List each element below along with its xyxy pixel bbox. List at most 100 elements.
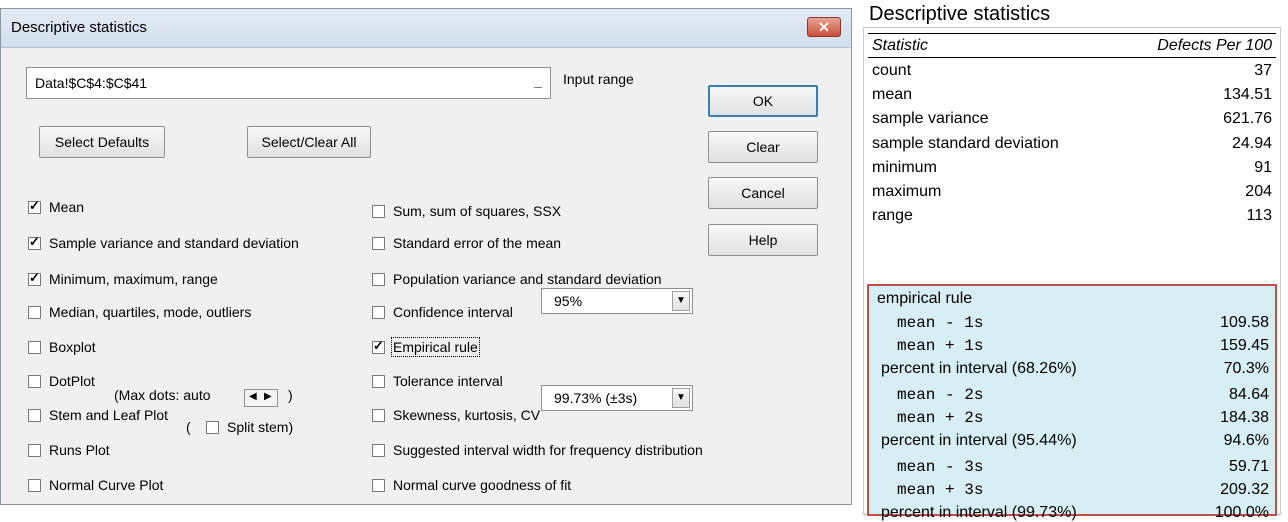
skewness-kurtosis-label: Skewness, kurtosis, CV [393, 407, 541, 423]
descriptive-statistics-dialog: Descriptive statistics ✕ Data!$C$4:$C$41… [0, 8, 852, 505]
stat-value: 204 [1245, 183, 1272, 200]
close-button[interactable]: ✕ [807, 17, 841, 37]
sample-variance-checkbox[interactable]: ✓ [28, 234, 41, 250]
clear-button[interactable]: Clear [708, 131, 818, 163]
stat-label: count [872, 62, 912, 79]
confidence-level-select[interactable]: 95% ▼ [541, 288, 693, 314]
empirical-lower-value: 84.64 [1228, 386, 1269, 403]
empirical-pct-value: 94.6% [1223, 432, 1269, 449]
empirical-lower-value: 109.58 [1220, 314, 1269, 331]
dotplot-max-dots-label: (Max dots: auto [114, 387, 211, 403]
stat-label: sample standard deviation [872, 134, 1059, 152]
split-stem-checkbox[interactable] [206, 421, 219, 434]
confidence-interval-checkbox[interactable] [372, 306, 385, 319]
boxplot-label: Boxplot [49, 339, 96, 355]
empirical-lower-label: mean - 2s [897, 386, 984, 404]
tolerance-level-select[interactable]: 99.73% (±3s) ▼ [541, 385, 693, 411]
empirical-upper-label: mean + 3s [897, 481, 984, 499]
confidence-interval-label: Confidence interval [393, 304, 513, 320]
sum-squares-label: Sum, sum of squares, SSX [393, 203, 562, 219]
population-variance-label: Population variance and standard deviati… [393, 271, 662, 287]
input-range-value: Data!$C$4:$C$41 [35, 75, 148, 91]
stat-value: 621.76 [1223, 110, 1272, 128]
dotplot-close-paren: ) [288, 387, 293, 403]
median-quartiles-label: Median, quartiles, mode, outliers [49, 304, 252, 320]
stat-value: 113 [1246, 207, 1272, 225]
dotplot-spinner[interactable]: ◀ ▶ [244, 389, 278, 407]
collapse-dialog-icon[interactable]: _ [530, 74, 546, 92]
header-column: Defects Per 100 [1157, 37, 1272, 54]
empirical-pct-label: percent in interval (99.73%) [881, 504, 1077, 521]
empirical-lower-label: mean - 3s [897, 458, 984, 476]
empirical-rule-label: Empirical rule [391, 337, 480, 357]
empirical-rule-checkbox[interactable]: ✓ [372, 338, 385, 354]
empirical-lower-value: 59.71 [1228, 458, 1269, 475]
spin-left-icon[interactable]: ◀ [249, 391, 257, 402]
normal-curve-plot-label: Normal Curve Plot [49, 477, 164, 493]
split-stem-open-paren: ( [186, 419, 191, 435]
interval-width-checkbox[interactable] [372, 444, 385, 457]
stat-label: range [872, 207, 913, 225]
empirical-rule-title: empirical rule [877, 290, 973, 307]
min-max-range-label: Minimum, maximum, range [49, 271, 218, 287]
mean-checkbox[interactable]: ✓ [28, 198, 41, 214]
normal-curve-plot-checkbox[interactable] [28, 479, 41, 492]
dialog-title: Descriptive statistics [11, 19, 147, 36]
tolerance-interval-label: Tolerance interval [393, 373, 503, 389]
stat-value: 24.94 [1231, 134, 1272, 152]
sample-variance-label: Sample variance and standard deviation [49, 235, 299, 251]
close-icon: ✕ [818, 19, 830, 35]
skewness-kurtosis-checkbox[interactable] [372, 409, 385, 422]
output-panel: Descriptive statistics Statistic Defects… [863, 0, 1283, 521]
header-bottom-rule [868, 57, 1276, 58]
std-error-checkbox[interactable] [372, 237, 385, 250]
median-quartiles-checkbox[interactable] [28, 306, 41, 319]
stat-value: 91 [1254, 158, 1272, 176]
input-range-label: Input range [563, 71, 634, 87]
spin-right-icon[interactable]: ▶ [264, 391, 272, 402]
interval-width-label: Suggested interval width for frequency d… [393, 442, 703, 458]
chevron-down-icon[interactable]: ▼ [672, 291, 690, 311]
header-statistic: Statistic [872, 37, 929, 54]
empirical-upper-value: 184.38 [1220, 409, 1269, 426]
stat-label: sample variance [872, 110, 989, 128]
runs-plot-checkbox[interactable] [28, 444, 41, 457]
dotplot-checkbox[interactable] [28, 375, 41, 388]
std-error-label: Standard error of the mean [393, 235, 562, 251]
stat-label: maximum [872, 183, 942, 200]
empirical-lower-label: mean - 1s [897, 314, 984, 332]
boxplot-checkbox[interactable] [28, 341, 41, 354]
tolerance-level-value: 99.73% (±3s) [554, 390, 638, 406]
ok-button[interactable]: OK [708, 85, 818, 117]
stem-leaf-checkbox[interactable] [28, 409, 41, 422]
empirical-pct-value: 70.3% [1223, 360, 1269, 377]
checkmark-icon: ✓ [29, 270, 40, 285]
checkmark-icon: ✓ [29, 198, 40, 213]
help-button[interactable]: Help [708, 224, 818, 256]
input-range-field[interactable]: Data!$C$4:$C$41 _ [26, 67, 551, 99]
select-defaults-button[interactable]: Select Defaults [39, 126, 165, 158]
empirical-pct-value: 100.0% [1214, 504, 1269, 521]
normal-goodness-fit-checkbox[interactable] [372, 479, 385, 492]
runs-plot-label: Runs Plot [49, 442, 110, 458]
header-top-rule [868, 33, 1276, 34]
stat-label: minimum [872, 158, 937, 176]
population-variance-checkbox[interactable] [372, 273, 385, 286]
empirical-upper-label: mean + 1s [897, 337, 984, 355]
cancel-button[interactable]: Cancel [708, 177, 818, 209]
output-title: Descriptive statistics [869, 3, 1051, 25]
chevron-down-icon[interactable]: ▼ [672, 388, 690, 408]
empirical-upper-value: 209.32 [1220, 481, 1269, 498]
normal-goodness-fit-label: Normal curve goodness of fit [393, 477, 572, 493]
select-clear-all-button[interactable]: Select/Clear All [247, 126, 371, 158]
sum-squares-checkbox[interactable] [372, 205, 385, 218]
min-max-range-checkbox[interactable]: ✓ [28, 270, 41, 286]
tolerance-interval-checkbox[interactable] [372, 375, 385, 388]
dotplot-label: DotPlot [49, 373, 95, 389]
empirical-pct-label: percent in interval (68.26%) [881, 360, 1077, 377]
confidence-level-value: 95% [554, 293, 583, 309]
split-stem-label: Split stem) [227, 419, 294, 435]
empirical-rule-box: empirical rule mean - 1s 109.58 mean + 1s 1… [867, 284, 1277, 521]
title-bar: Descriptive statistics ✕ [1, 9, 851, 48]
stat-value: 37 [1254, 62, 1272, 79]
